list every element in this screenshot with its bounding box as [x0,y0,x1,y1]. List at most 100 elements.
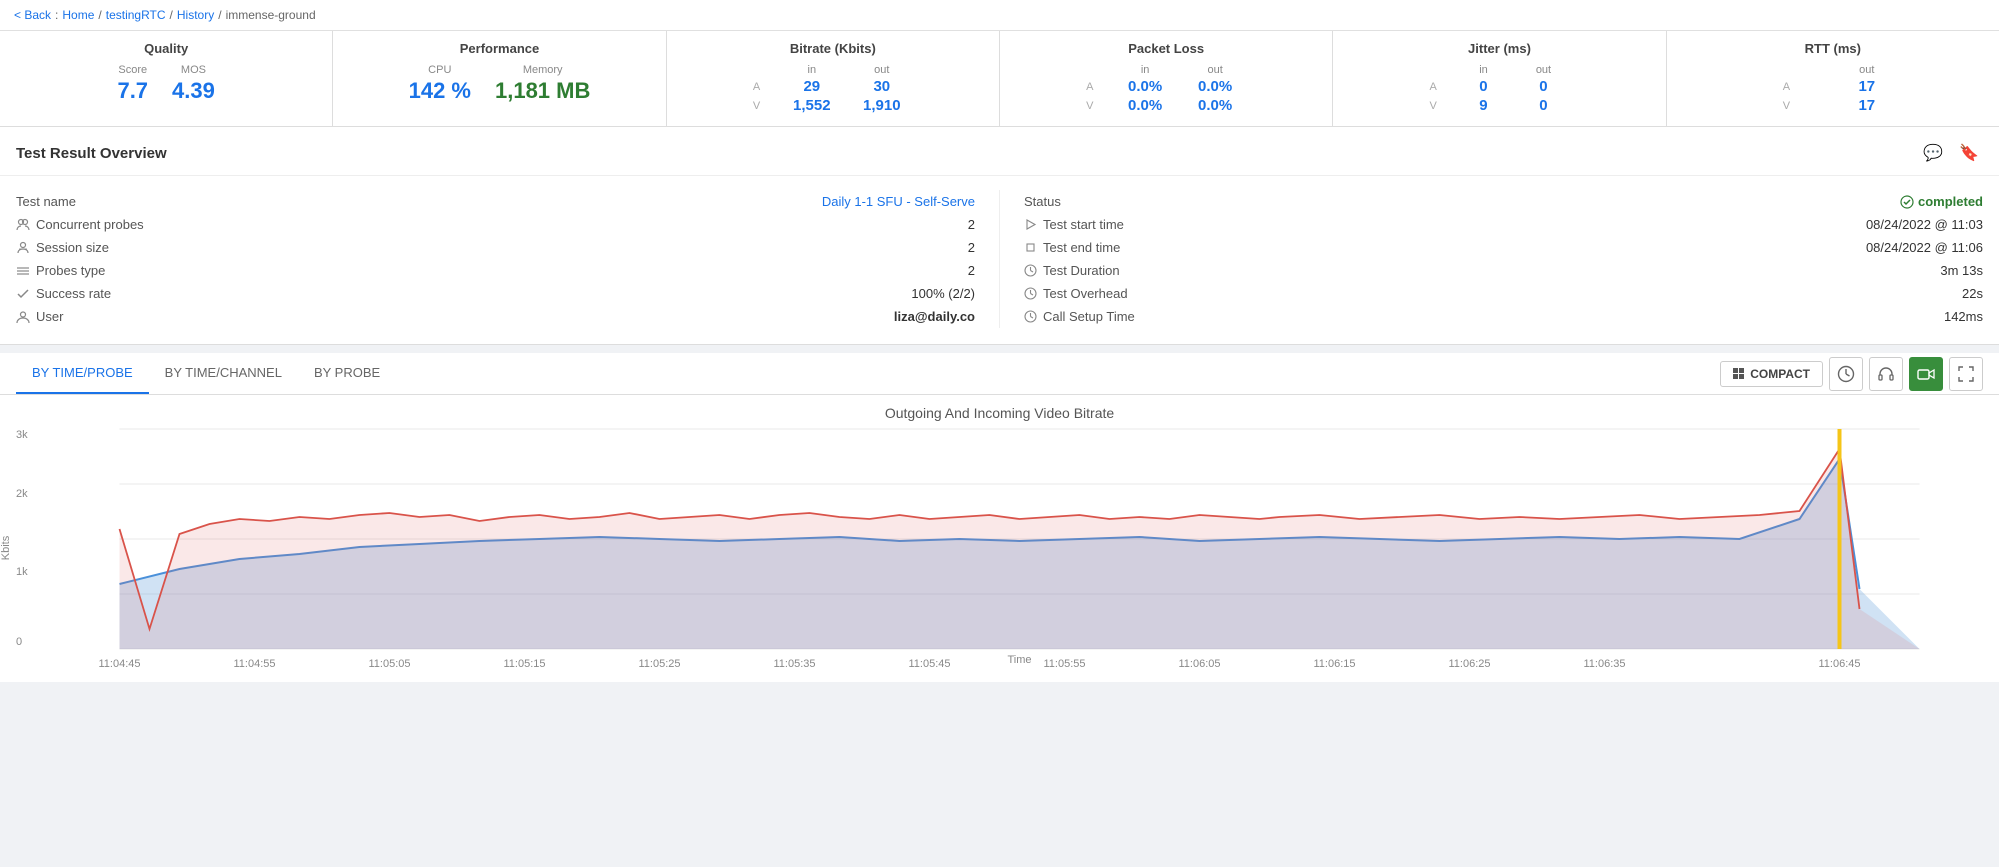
rtt-title: RTT (ms) [1683,41,1983,56]
overview-left: Test name Daily 1-1 SFU - Self-Serve Con… [16,190,1000,328]
home-link[interactable]: Home [62,8,94,22]
pl-v-in: 0.0% [1114,97,1176,114]
cpu-value: 142 % [409,78,471,104]
metrics-row: Quality Score 7.7 MOS 4.39 Performance C… [0,31,1999,127]
duration-key: Test Duration [1024,263,1120,278]
score-label: Score [118,64,147,76]
session-size-val: 2 [968,240,975,255]
time-label-12: 11:06:45 [1818,658,1860,670]
mos-value: 4.39 [172,78,215,104]
jitter-card: Jitter (ms) in out A 0 0 V 9 0 [1333,31,1666,126]
jitter-in-label: in [1457,64,1509,76]
headphone-icon [1877,365,1895,383]
back-link[interactable]: < Back [14,8,51,22]
tabs-header: BY TIME/PROBE BY TIME/CHANNEL BY PROBE C… [0,353,1999,395]
pl-v-out: 0.0% [1184,97,1246,114]
rtt-a-out: 17 [1851,78,1883,95]
testing-link[interactable]: testingRTC [106,8,166,22]
test-start-key: Test start time [1024,217,1124,232]
clock-button-icon [1837,365,1855,383]
overhead-key: Test Overhead [1024,286,1128,301]
expand-icon [1957,365,1975,383]
time-label-7: 11:05:55 [1043,658,1085,670]
jitter-a-out: 0 [1517,78,1569,95]
bitrate-chart: 11:04:45 11:04:55 11:05:05 11:05:15 11:0… [56,429,1983,649]
status-val: completed [1900,194,1983,209]
rtt-out-label: out [1851,64,1883,76]
jitter-out-label: out [1517,64,1569,76]
overview-body: Test name Daily 1-1 SFU - Self-Serve Con… [0,176,1999,344]
overhead-val: 22s [1962,286,1983,301]
jitter-v-in: 9 [1457,97,1509,114]
bitrate-card: Bitrate (Kbits) in out A 29 30 V 1,552 1… [667,31,1000,126]
video-ctrl-button[interactable] [1909,357,1943,391]
success-rate-row: Success rate 100% (2/2) [16,282,975,305]
status-row: Status completed [1024,190,1983,213]
time-label-2: 11:05:05 [368,658,410,670]
performance-title: Performance [349,41,649,56]
concurrent-probes-val: 2 [968,217,975,232]
mos-label: MOS [181,64,206,76]
play-icon [1024,218,1037,231]
compact-button[interactable]: COMPACT [1720,361,1823,387]
tabs-section: BY TIME/PROBE BY TIME/CHANNEL BY PROBE C… [0,353,1999,682]
success-rate-val: 100% (2/2) [911,286,975,301]
y-1k: 1k [16,566,28,578]
user-row: User liza@daily.co [16,305,975,328]
session-size-icon [16,241,30,255]
chat-icon-btn[interactable]: 💬 [1919,139,1947,167]
test-name-row: Test name Daily 1-1 SFU - Self-Serve [16,190,975,213]
y-0: 0 [16,636,22,648]
time-label-6: 11:05:45 [908,658,950,670]
quality-title: Quality [16,41,316,56]
jitter-title: Jitter (ms) [1349,41,1649,56]
stop-icon [1024,241,1037,254]
probes-type-icon [16,264,30,278]
probes-type-key: Probes type [16,263,105,278]
current-page: immense-ground [226,8,316,22]
history-link[interactable]: History [177,8,214,22]
x-axis-label: Time [56,654,1983,666]
tabs-left: BY TIME/PROBE BY TIME/CHANNEL BY PROBE [16,353,396,394]
video-icon [1917,365,1935,383]
memory-label: Memory [523,64,563,76]
time-label-1: 11:04:55 [233,658,275,670]
packet-loss-title: Packet Loss [1016,41,1316,56]
tab-by-probe[interactable]: BY PROBE [298,353,396,394]
tab-by-time-probe[interactable]: BY TIME/PROBE [16,353,149,394]
overview-title: Test Result Overview [16,145,167,162]
overview-header: Test Result Overview 💬 🔖 [0,127,1999,176]
call-setup-row: Call Setup Time 142ms [1024,305,1983,328]
tabs-right: COMPACT [1720,357,1983,391]
test-start-row: Test start time 08/24/2022 @ 11:03 [1024,213,1983,236]
chart-section: Outgoing And Incoming Video Bitrate 3k 2… [0,395,1999,682]
performance-card: Performance CPU 142 % Memory 1,181 MB [333,31,666,126]
y-3k: 3k [16,429,28,441]
clock-ctrl-button[interactable] [1829,357,1863,391]
concurrent-probes-icon [16,218,30,232]
y-axis-label: Kbits [0,535,12,559]
headphone-ctrl-button[interactable] [1869,357,1903,391]
pl-out-label: out [1184,64,1246,76]
test-end-row: Test end time 08/24/2022 @ 11:06 [1024,236,1983,259]
user-key: User [16,309,63,324]
clock-icon [1024,264,1037,277]
test-name-val: Daily 1-1 SFU - Self-Serve [822,194,975,209]
bookmark-icon-btn[interactable]: 🔖 [1955,139,1983,167]
pl-a-in: 0.0% [1114,78,1176,95]
overview-section: Test Result Overview 💬 🔖 Test name Daily… [0,127,1999,345]
expand-ctrl-button[interactable] [1949,357,1983,391]
tab-by-time-channel[interactable]: BY TIME/CHANNEL [149,353,298,394]
time-label-11: 11:06:35 [1583,658,1625,670]
bitrate-out-label: out [851,64,913,76]
time-label-0: 11:04:45 [98,658,140,670]
time-label-3: 11:05:15 [503,658,545,670]
overview-icons: 💬 🔖 [1919,139,1983,167]
red-area-fill [120,449,1920,649]
session-size-key: Session size [16,240,109,255]
y-2k: 2k [16,488,28,500]
overhead-row: Test Overhead 22s [1024,282,1983,305]
concurrent-probes-key: Concurrent probes [16,217,144,232]
probes-type-row: Probes type 2 [16,259,975,282]
test-end-val: 08/24/2022 @ 11:06 [1866,240,1983,255]
